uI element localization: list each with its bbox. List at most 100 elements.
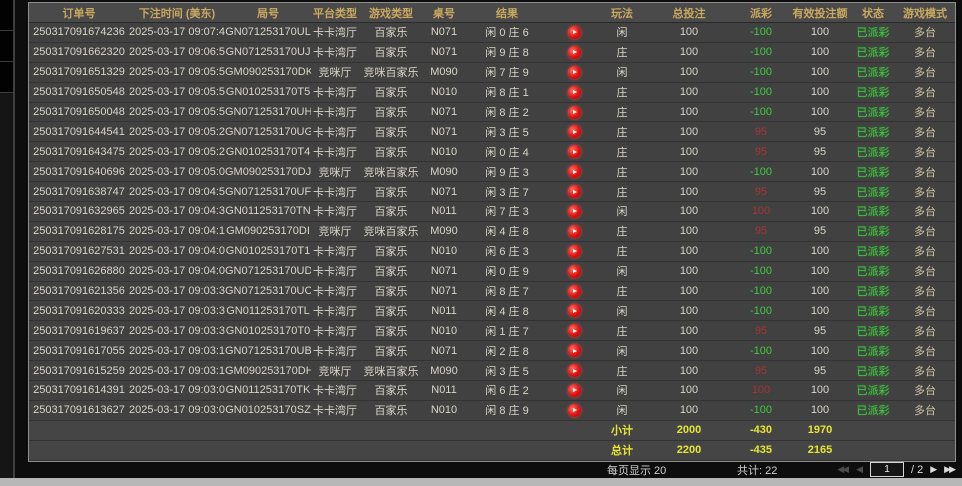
cell-valid-bet: 95	[789, 142, 851, 162]
cell-platform: 卡卡湾厅	[311, 301, 359, 321]
cell-table-no: N071	[423, 261, 465, 281]
play-video-icon[interactable]	[568, 384, 581, 397]
cell-play: 庄	[599, 281, 645, 301]
cell-mode: 多台	[895, 82, 955, 102]
cell-time: 2025-03-17 09:07:46	[129, 23, 225, 43]
play-video-icon[interactable]	[568, 46, 581, 59]
cell-total-bet: 100	[645, 23, 733, 43]
play-video-icon[interactable]	[568, 185, 581, 198]
cell-valid-bet: 95	[789, 321, 851, 341]
cell-video	[549, 162, 599, 182]
cell-status: 已派彩	[851, 102, 895, 122]
play-video-icon[interactable]	[568, 225, 581, 238]
cell-time: 2025-03-17 09:05:22	[129, 142, 225, 162]
previous-page-icon[interactable]: ◀	[856, 465, 863, 474]
column-header-8: 玩法	[599, 3, 645, 23]
column-header-6: 结果	[465, 3, 549, 23]
play-video-icon[interactable]	[568, 165, 581, 178]
left-edge-panel	[0, 0, 13, 478]
play-video-icon[interactable]	[568, 205, 581, 218]
cell-platform: 卡卡湾厅	[311, 182, 359, 202]
cell-payout: 95	[733, 361, 789, 381]
page-number-input[interactable]: 1	[870, 462, 904, 477]
cell-order: 250317091643475	[29, 142, 129, 162]
cell-valid-bet: 100	[789, 261, 851, 281]
pagination-controls: ◀◀ ◀ 1 / 2 ▶ ▶▶	[837, 462, 956, 477]
first-page-icon[interactable]: ◀◀	[837, 465, 849, 474]
cell-round: GN010253170T1	[225, 241, 311, 261]
cell-total-bet: 100	[645, 281, 733, 301]
cell-mode: 多台	[895, 341, 955, 361]
play-video-icon[interactable]	[568, 404, 581, 417]
cell-mode: 多台	[895, 261, 955, 281]
cell-table-no: N071	[423, 341, 465, 361]
table-header-row: 订单号下注时间 (美东)局号平台类型游戏类型桌号结果玩法总投注派彩有效投注额状态…	[29, 3, 955, 23]
cell-mode: 多台	[895, 221, 955, 241]
table-row: 2503170916742362025-03-17 09:07:46GN0712…	[29, 23, 955, 43]
subtotal-payout: -430	[733, 420, 789, 440]
cell-round: GN071253170UD	[225, 261, 311, 281]
play-video-icon[interactable]	[568, 106, 581, 119]
cell-game-type: 百家乐	[359, 400, 423, 420]
cell-valid-bet: 100	[789, 62, 851, 82]
play-video-icon[interactable]	[568, 145, 581, 158]
cell-play: 庄	[599, 321, 645, 341]
cell-mode: 多台	[895, 142, 955, 162]
cell-result: 闲 7 庄 3	[465, 202, 549, 222]
play-triangle-icon	[573, 229, 577, 233]
cell-status: 已派彩	[851, 241, 895, 261]
cell-time: 2025-03-17 09:04:59	[129, 182, 225, 202]
cell-game-type: 百家乐	[359, 23, 423, 43]
cell-platform: 竞咪厅	[311, 62, 359, 82]
play-video-icon[interactable]	[568, 285, 581, 298]
left-edge-cell	[0, 0, 13, 31]
total-row: 总计 2200 -435 2165	[29, 440, 955, 460]
cell-video	[549, 301, 599, 321]
cell-video	[549, 82, 599, 102]
cell-total-bet: 100	[645, 301, 733, 321]
play-video-icon[interactable]	[568, 26, 581, 39]
last-page-icon[interactable]: ▶▶	[944, 465, 956, 474]
cell-platform: 竞咪厅	[311, 162, 359, 182]
column-header-13: 游戏模式	[895, 3, 955, 23]
cell-time: 2025-03-17 09:05:58	[129, 62, 225, 82]
play-video-icon[interactable]	[568, 265, 581, 278]
cell-video	[549, 182, 599, 202]
cell-payout: -100	[733, 23, 789, 43]
cell-mode: 多台	[895, 102, 955, 122]
play-video-icon[interactable]	[568, 364, 581, 377]
play-video-icon[interactable]	[568, 344, 581, 357]
cell-play: 庄	[599, 82, 645, 102]
play-video-icon[interactable]	[568, 86, 581, 99]
play-triangle-icon	[573, 90, 577, 94]
play-video-icon[interactable]	[568, 66, 581, 79]
cell-valid-bet: 100	[789, 400, 851, 420]
cell-total-bet: 100	[645, 62, 733, 82]
cell-payout: -100	[733, 341, 789, 361]
cell-table-no: N071	[423, 23, 465, 43]
play-triangle-icon	[573, 329, 577, 333]
table-row: 2503170916275312025-03-17 09:04:07GN0102…	[29, 241, 955, 261]
cell-total-bet: 100	[645, 321, 733, 341]
cell-game-type: 百家乐	[359, 261, 423, 281]
cell-valid-bet: 95	[789, 221, 851, 241]
cell-play: 闲	[599, 400, 645, 420]
cell-platform: 卡卡湾厅	[311, 281, 359, 301]
cell-payout: -100	[733, 162, 789, 182]
play-video-icon[interactable]	[568, 324, 581, 337]
cell-video	[549, 321, 599, 341]
cell-payout: 100	[733, 202, 789, 222]
cell-result: 闲 9 庄 8	[465, 42, 549, 62]
cell-result: 闲 4 庄 8	[465, 221, 549, 241]
cell-game-type: 百家乐	[359, 381, 423, 401]
cell-video	[549, 142, 599, 162]
play-video-icon[interactable]	[568, 125, 581, 138]
cell-mode: 多台	[895, 301, 955, 321]
cell-result: 闲 8 庄 7	[465, 281, 549, 301]
column-header-7	[549, 3, 599, 23]
play-video-icon[interactable]	[568, 245, 581, 258]
table-row: 2503170916505482025-03-17 09:05:55GN0102…	[29, 82, 955, 102]
play-video-icon[interactable]	[568, 304, 581, 317]
cell-status: 已派彩	[851, 182, 895, 202]
next-page-icon[interactable]: ▶	[930, 465, 937, 474]
